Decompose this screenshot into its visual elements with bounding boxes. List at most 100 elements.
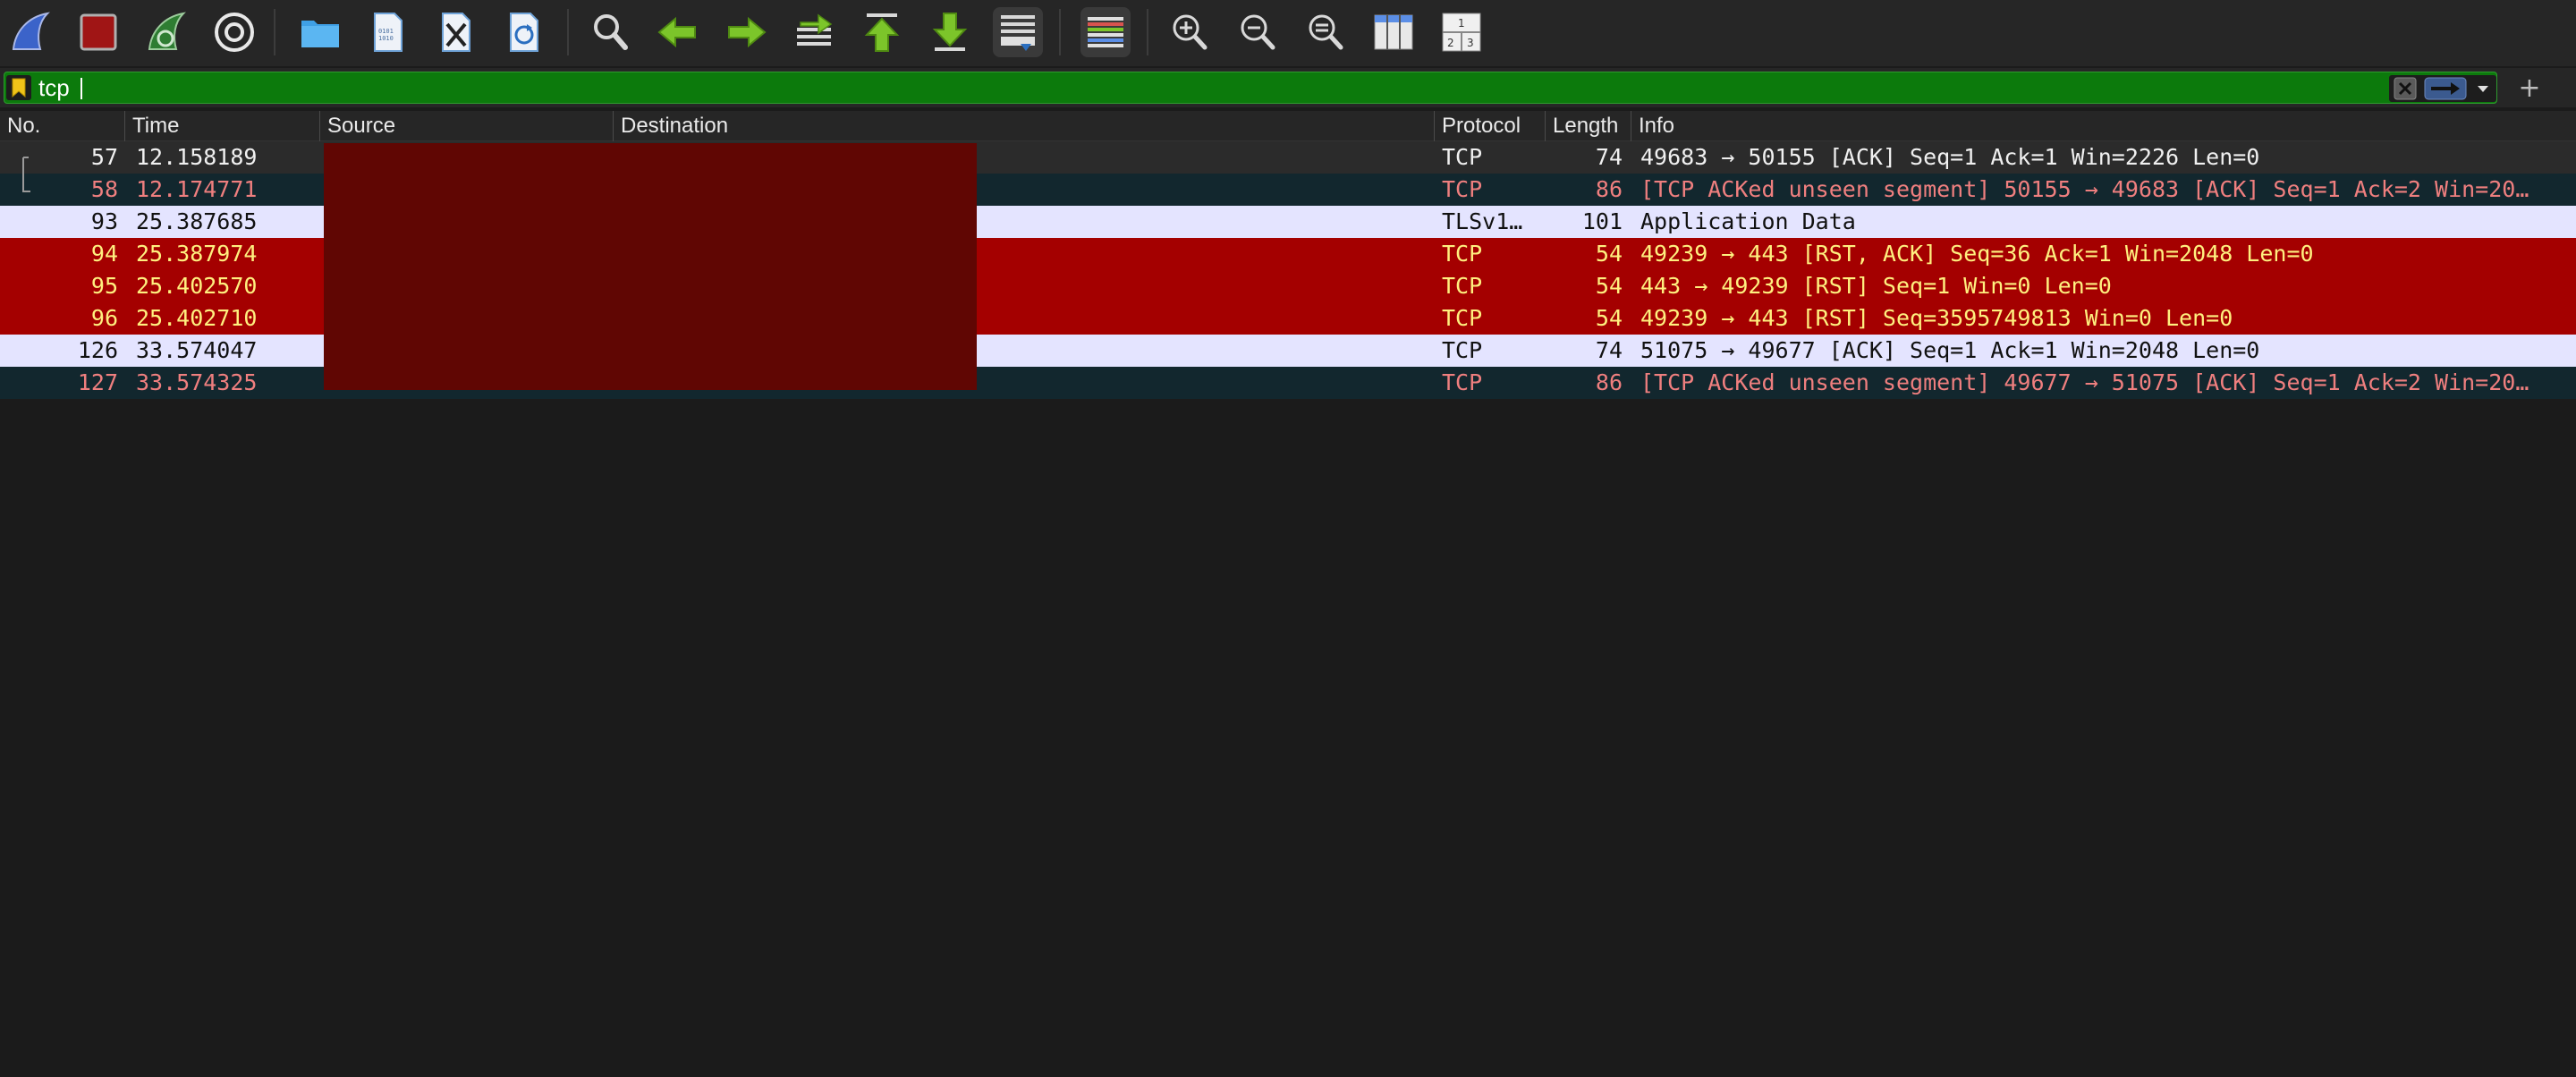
go-to-last-packet-button[interactable]: [925, 7, 975, 57]
packet-list-empty-area: [0, 399, 2576, 1077]
go-to-first-packet-button[interactable]: [857, 7, 907, 57]
packet-info: 49683 → 50155 [ACK] Seq=1 Ack=1 Win=2226…: [1640, 144, 2260, 170]
related-packet-indicator: [16, 174, 30, 206]
open-file-button[interactable]: [295, 7, 345, 57]
main-toolbar: 0101 1010 1 2 3: [0, 0, 2576, 66]
auto-scroll-icon: [1001, 15, 1035, 51]
packet-time: 33.574047: [136, 337, 258, 363]
packet-no: 93: [90, 208, 118, 234]
packet-info: 49239 → 443 [RST] Seq=3595749813 Win=0 L…: [1640, 305, 2233, 331]
svg-text:3: 3: [1467, 37, 1474, 49]
restart-capture-icon: [148, 12, 186, 50]
redaction-overlay: [324, 143, 977, 390]
svg-text:1010: 1010: [378, 35, 394, 42]
clear-filter-button[interactable]: [2391, 77, 2419, 100]
display-filter-input[interactable]: [38, 74, 2364, 101]
capture-options-button[interactable]: [209, 7, 259, 57]
packet-time: 12.158189: [136, 144, 258, 170]
column-header-source[interactable]: Source: [320, 111, 614, 141]
colorize-packet-list-button[interactable]: [1080, 7, 1131, 57]
recent-filters-dropdown[interactable]: [2471, 77, 2495, 100]
packet-length: 54: [1595, 273, 1623, 299]
resize-columns-icon: [1374, 14, 1413, 50]
packet-length: 54: [1595, 241, 1623, 267]
close-file-button[interactable]: [431, 7, 481, 57]
go-to-packet-icon: [797, 13, 833, 46]
packet-length: 74: [1595, 144, 1623, 170]
packet-time: 25.402710: [136, 305, 258, 331]
packet-protocol: TCP: [1442, 305, 1483, 331]
zoom-out-button[interactable]: [1233, 7, 1283, 57]
zoom-in-icon: [1173, 14, 1208, 50]
resize-columns-button[interactable]: [1368, 7, 1419, 57]
apply-filter-button[interactable]: [2423, 77, 2468, 100]
packet-protocol: TCP: [1442, 337, 1483, 363]
toolbar-separator: [1147, 9, 1148, 55]
column-header-info[interactable]: Info: [1631, 111, 2576, 141]
packet-length: 86: [1595, 176, 1623, 202]
packet-no: 95: [90, 273, 118, 299]
zoom-out-icon: [1241, 14, 1275, 50]
stop-capture-button[interactable]: [73, 7, 123, 57]
restart-capture-button[interactable]: [141, 7, 191, 57]
packet-protocol: TLSv1…: [1442, 208, 1523, 234]
packet-list-header: No. Time Source Destination Protocol Len…: [0, 111, 2576, 141]
packet-info: Application Data: [1640, 208, 1856, 234]
packet-no: 126: [77, 337, 118, 363]
zoom-in-button[interactable]: [1165, 7, 1215, 57]
packet-no: 127: [77, 369, 118, 395]
packet-no: 96: [90, 305, 118, 331]
add-filter-button[interactable]: +: [2513, 72, 2546, 104]
related-packet-indicator: [16, 141, 30, 174]
packet-protocol: TCP: [1442, 144, 1483, 170]
auto-scroll-button[interactable]: [993, 7, 1043, 57]
layout-panes-button[interactable]: 1 2 3: [1436, 7, 1487, 57]
display-filter-field[interactable]: [4, 72, 2497, 104]
go-back-button[interactable]: [653, 7, 703, 57]
clear-icon: [2394, 77, 2417, 100]
normal-size-button[interactable]: [1301, 7, 1351, 57]
go-to-last-packet-icon: [932, 13, 968, 51]
packet-length: 86: [1595, 369, 1623, 395]
normal-size-icon: [1309, 14, 1343, 50]
go-to-packet-button[interactable]: [789, 7, 839, 57]
bookmark-icon: [12, 78, 26, 98]
packet-time: 25.402570: [136, 273, 258, 299]
colorize-packet-list-icon: [1088, 17, 1123, 47]
packet-time: 12.174771: [136, 176, 258, 202]
packet-length: 101: [1581, 208, 1623, 234]
column-header-time[interactable]: Time: [125, 111, 320, 141]
capture-options-gear-icon: [215, 13, 254, 52]
toolbar-separator: [1059, 9, 1061, 55]
text-caret: [80, 78, 82, 99]
go-back-arrow-icon: [657, 16, 696, 48]
start-capture-button[interactable]: [5, 7, 55, 57]
packet-length: 74: [1595, 337, 1623, 363]
packet-time: 33.574325: [136, 369, 258, 395]
svg-text:2: 2: [1447, 37, 1454, 49]
packet-info: 49239 → 443 [RST, ACK] Seq=36 Ack=1 Win=…: [1640, 241, 2314, 267]
svg-text:1: 1: [1458, 17, 1465, 30]
find-packet-button[interactable]: [585, 7, 635, 57]
save-file-button[interactable]: 0101 1010: [363, 7, 413, 57]
column-header-destination[interactable]: Destination: [614, 111, 1435, 141]
column-header-length[interactable]: Length: [1546, 111, 1631, 141]
column-header-protocol[interactable]: Protocol: [1435, 111, 1546, 141]
display-filter-bar: +: [0, 68, 2576, 107]
arrow-right-icon: [2424, 77, 2467, 100]
chevron-down-icon: [2478, 86, 2488, 92]
go-forward-button[interactable]: [721, 7, 771, 57]
packet-protocol: TCP: [1442, 369, 1483, 395]
layout-panes-icon: 1 2 3: [1442, 13, 1481, 52]
filter-actions: [2389, 75, 2496, 102]
stop-capture-icon: [80, 13, 117, 51]
packet-protocol: TCP: [1442, 176, 1483, 202]
reload-file-button[interactable]: [499, 7, 549, 57]
packet-protocol: TCP: [1442, 273, 1483, 299]
packet-time: 25.387685: [136, 208, 258, 234]
packet-info: 443 → 49239 [RST] Seq=1 Win=0 Len=0: [1640, 273, 2112, 299]
column-header-no[interactable]: No.: [0, 111, 125, 141]
close-file-icon: [442, 13, 470, 52]
filter-bookmark-button[interactable]: [6, 75, 31, 100]
toolbar-separator: [274, 9, 275, 55]
